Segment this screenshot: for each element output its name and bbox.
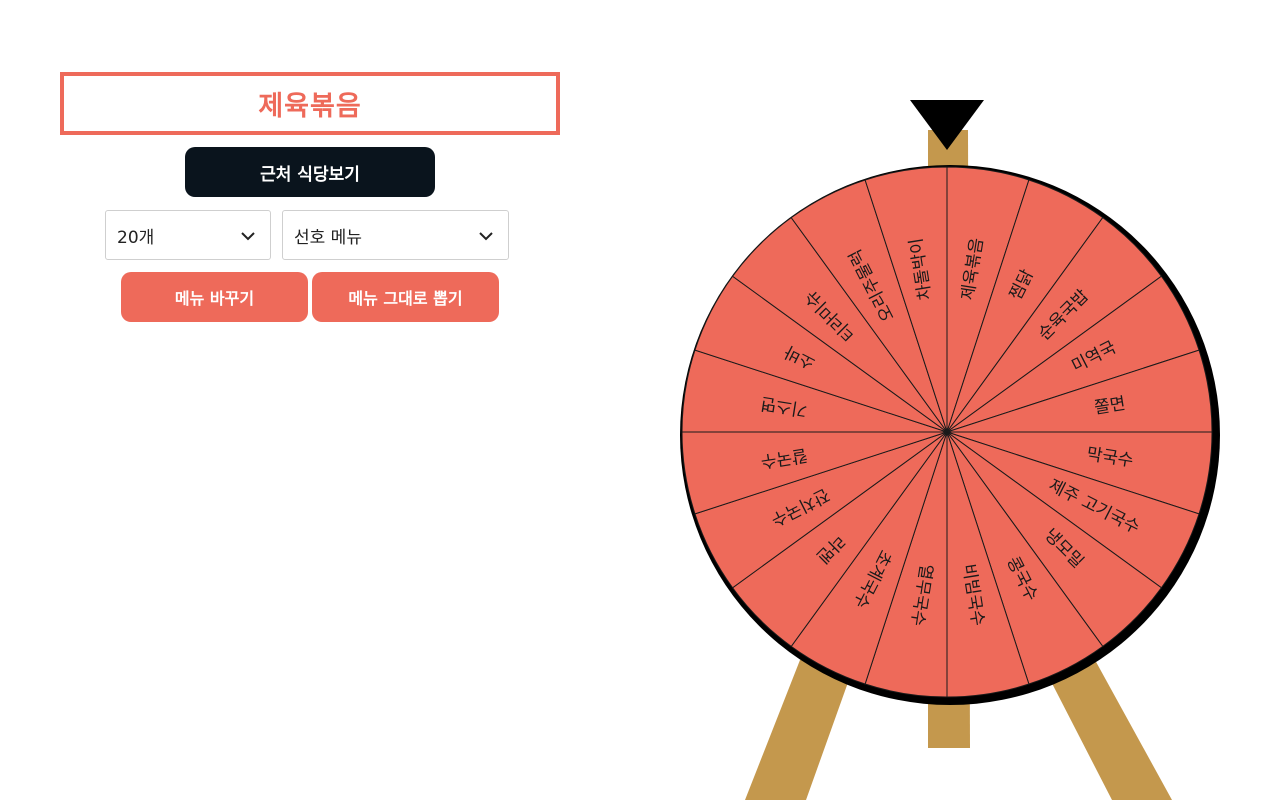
pointer-icon [910, 100, 984, 150]
roulette: 제육볶음 찜닭순육국밥미역국쫄면막국수제주 고기국수냉모밀콩국수비빔국수열무국수초… [680, 100, 1220, 800]
wheel-slices[interactable]: 제육볶음 찜닭순육국밥미역국쫄면막국수제주 고기국수냉모밀콩국수비빔국수열무국수초… [681, 166, 1213, 698]
